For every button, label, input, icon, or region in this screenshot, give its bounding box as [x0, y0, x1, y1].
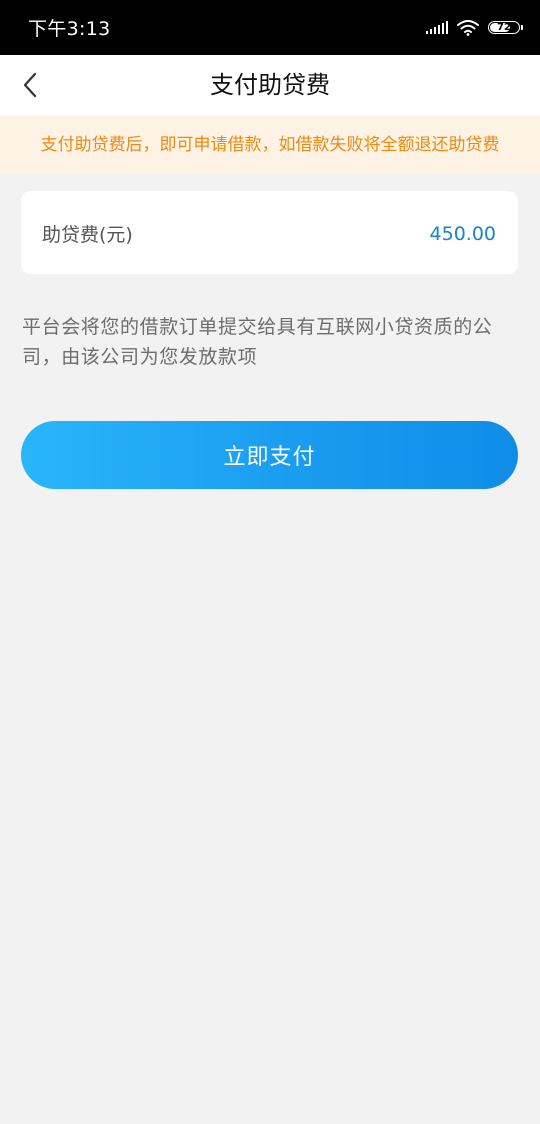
fee-value: 450.00	[429, 223, 496, 245]
notice-bar: 支付助贷费后，即可申请借款，如借款失败将全额退还助贷费	[0, 115, 540, 173]
page-title: 支付助贷费	[210, 71, 330, 99]
signal-icon	[426, 20, 448, 34]
description-text: 平台会将您的借款订单提交给具有互联网小贷资质的公司，由该公司为您发放款项	[22, 316, 493, 368]
pay-now-button[interactable]: 立即支付	[21, 421, 518, 489]
nav-bar: 支付助贷费	[0, 55, 540, 115]
fee-label: 助贷费(元)	[42, 224, 133, 246]
status-bar: 下午3:13 72	[0, 0, 540, 55]
battery-tip	[521, 25, 523, 30]
status-icons: 72	[426, 0, 523, 55]
fee-card: 助贷费(元) 450.00	[21, 191, 518, 274]
battery-icon: 72	[488, 21, 523, 34]
status-time: 下午3:13	[28, 18, 111, 40]
wifi-icon	[457, 19, 479, 36]
battery-text: 72	[497, 21, 511, 33]
